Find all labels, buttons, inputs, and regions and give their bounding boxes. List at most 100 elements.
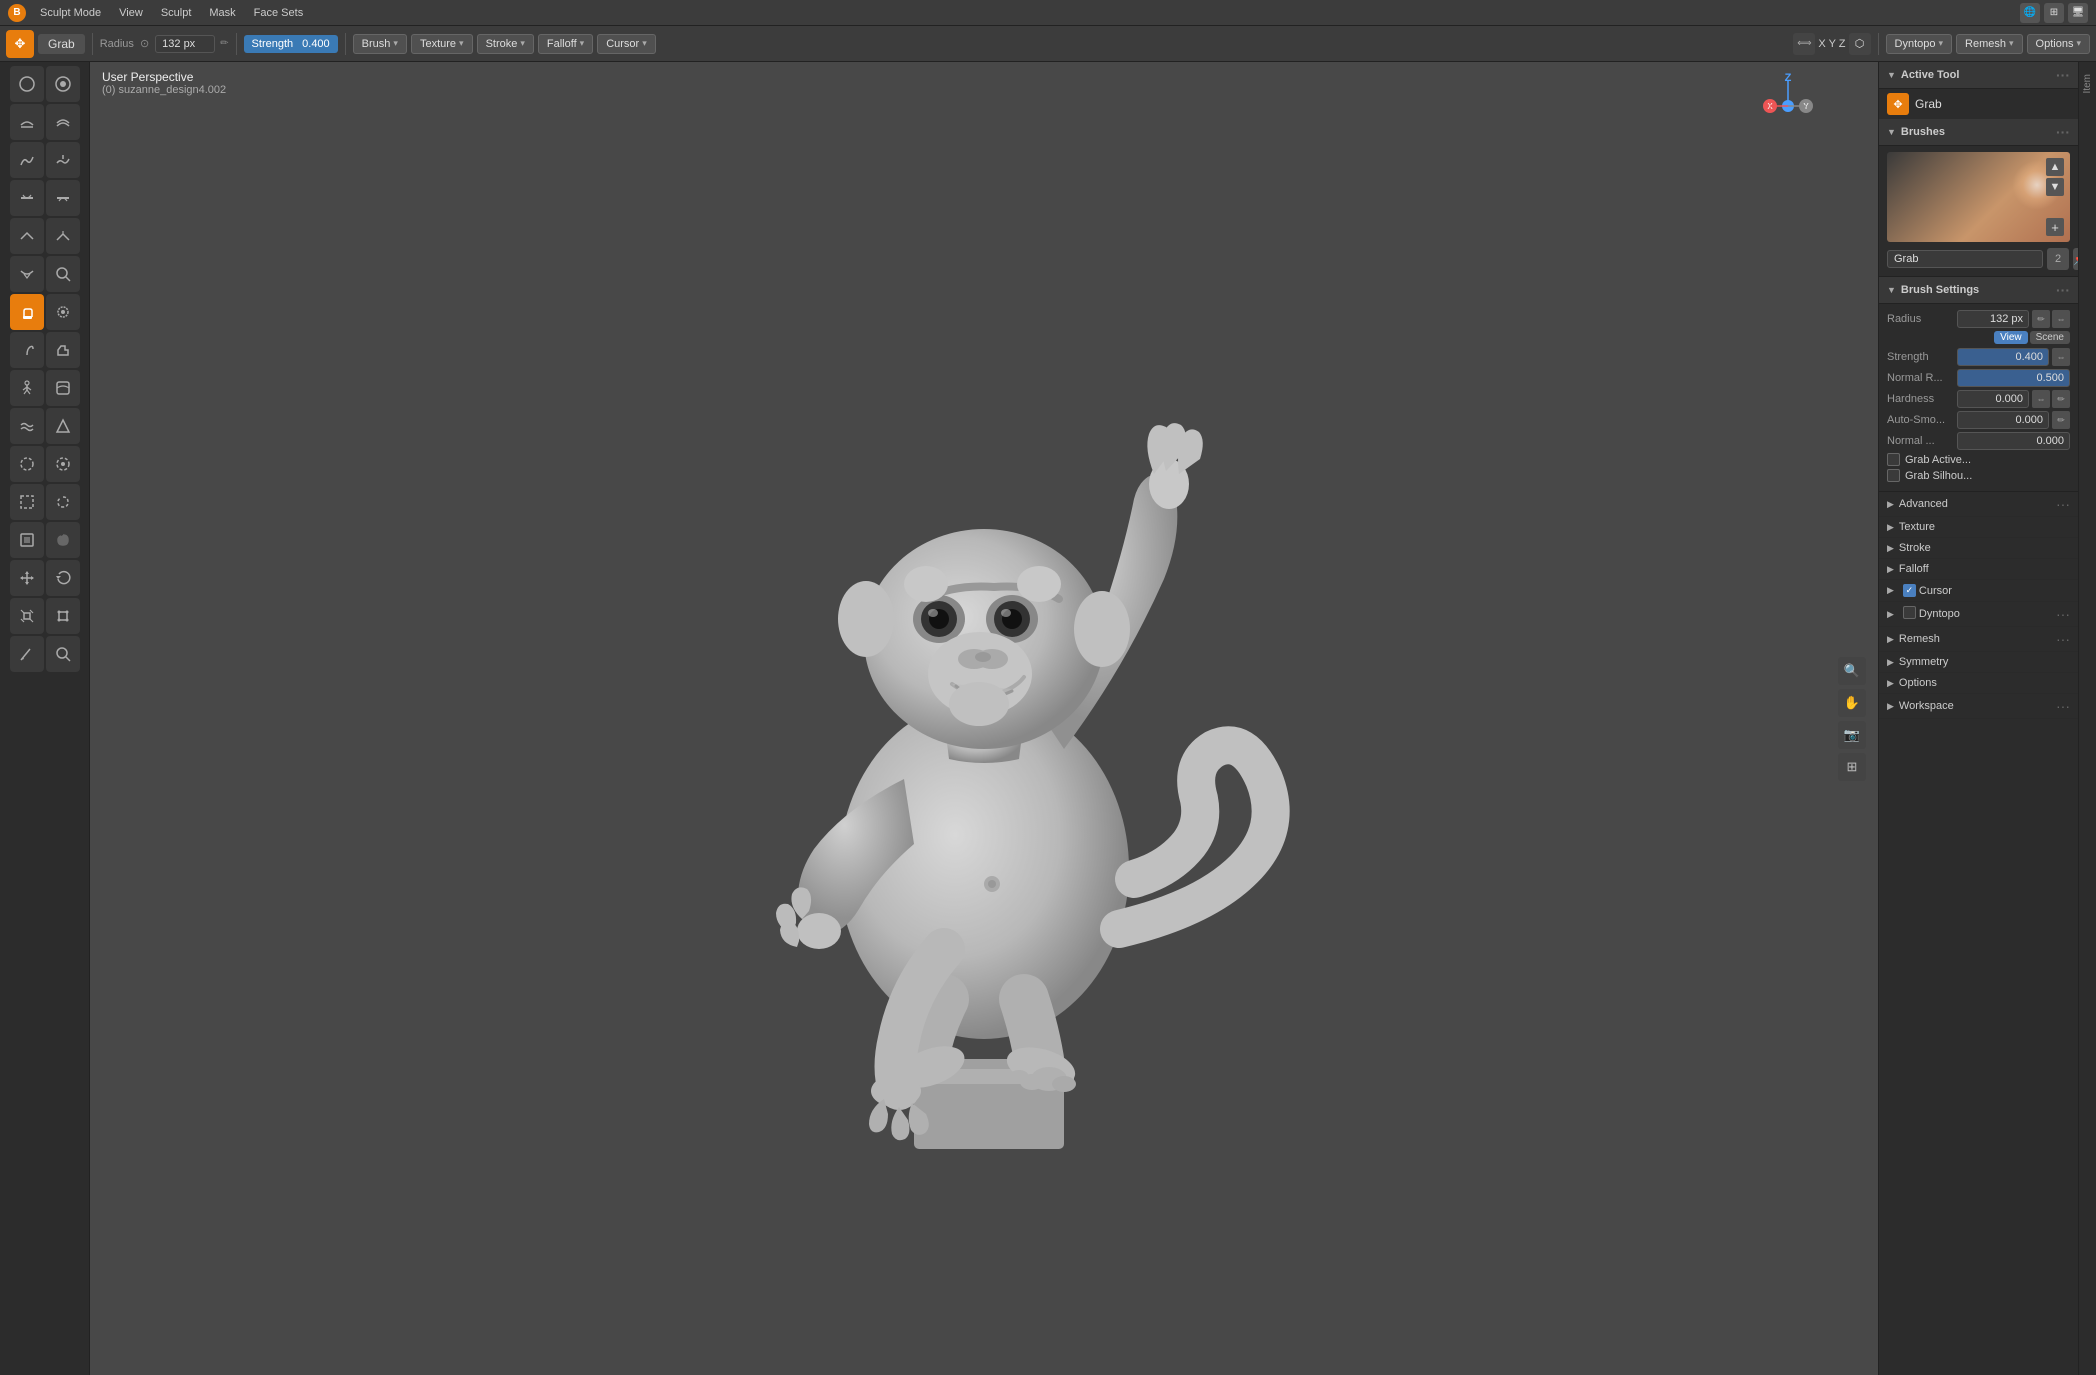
pinch-tool[interactable] <box>10 256 44 292</box>
bs-auto-smo-value[interactable]: 0.000 <box>1957 411 2049 429</box>
globe-btn[interactable]: 🌐 <box>2020 3 2040 23</box>
fill-tool[interactable] <box>46 180 80 216</box>
grab-active-checkbox[interactable] <box>1887 453 1900 466</box>
annotate-tool[interactable] <box>10 636 44 672</box>
menu-sculpt-mode[interactable]: Sculpt Mode <box>32 5 109 21</box>
transform-tool[interactable] <box>46 598 80 634</box>
mask-brush-tool[interactable] <box>10 446 44 482</box>
strength-bar[interactable]: Strength 0.400 <box>244 35 338 53</box>
bs-radius-pen-btn[interactable]: ✏ <box>2032 310 2050 328</box>
menu-mask[interactable]: Mask <box>201 5 243 21</box>
bs-hardness-arrows-btn[interactable]: ⇔ <box>2032 390 2050 408</box>
simplify-tool[interactable] <box>46 408 80 444</box>
mask-detail-tool[interactable] <box>46 446 80 482</box>
camera-icon[interactable]: 📷 <box>1838 721 1866 749</box>
active-tool-name: Grab <box>1915 97 1942 111</box>
pose-tool[interactable] <box>10 370 44 406</box>
layout-btn[interactable]: ⊞ <box>2044 3 2064 23</box>
move-tool[interactable] <box>10 560 44 596</box>
options-dropdown[interactable]: Options <box>2027 34 2090 54</box>
snake-hook-tool[interactable] <box>10 332 44 368</box>
grid-icon[interactable]: ⊞ <box>1838 753 1866 781</box>
brushes-header[interactable]: ▼ Brushes ··· <box>1879 119 2078 146</box>
multiplane-scrape-tool[interactable] <box>46 218 80 254</box>
bs-normal-value[interactable]: 0.000 <box>1957 432 2070 450</box>
bs-normal-row: Normal ... 0.000 <box>1887 432 2070 450</box>
menu-view[interactable]: View <box>111 5 151 21</box>
radius-input[interactable] <box>155 35 215 53</box>
scrape-tool[interactable] <box>10 218 44 254</box>
thumb-tool[interactable] <box>46 332 80 368</box>
bs-strength-label: Strength <box>1887 351 1957 363</box>
advanced-section[interactable]: ▶ Advanced ··· <box>1879 492 2078 517</box>
search-tool[interactable] <box>46 636 80 672</box>
brush-name-input[interactable] <box>1887 250 2043 268</box>
dyntopo-section[interactable]: ▶ Dyntopo ··· <box>1879 602 2078 627</box>
grab-tool-btn[interactable]: ✥ <box>6 30 34 58</box>
brush-add-btn[interactable]: + <box>2046 218 2064 236</box>
bs-radius-value[interactable]: 132 px <box>1957 310 2029 328</box>
clay-tool[interactable] <box>10 104 44 140</box>
texture-section[interactable]: ▶ Texture <box>1879 517 2078 538</box>
bs-auto-smo-pen-btn[interactable]: ✏ <box>2052 411 2070 429</box>
bs-radius-scene-btn[interactable]: Scene <box>2030 331 2070 344</box>
lasso-mask-tool[interactable] <box>46 484 80 520</box>
bs-strength-link-btn[interactable]: ⇔ <box>2052 348 2070 366</box>
cursor-checkbox-icon[interactable]: ✓ <box>1903 584 1916 597</box>
gizmo-lines <box>1758 76 1818 136</box>
bs-hardness-pen-btn[interactable]: ✏ <box>2052 390 2070 408</box>
box-face-set-tool[interactable] <box>10 522 44 558</box>
magnify-tool[interactable] <box>46 256 80 292</box>
remesh-section[interactable]: ▶ Remesh ··· <box>1879 627 2078 652</box>
rotate-tool[interactable] <box>46 560 80 596</box>
clay-strips-tool[interactable] <box>46 104 80 140</box>
texture-dropdown[interactable]: Texture <box>411 34 473 54</box>
cloth-tool[interactable] <box>10 408 44 444</box>
enhance-tool[interactable] <box>46 142 80 178</box>
zoom-in-icon[interactable]: 🔍 <box>1838 657 1866 685</box>
menu-face-sets[interactable]: Face Sets <box>246 5 312 21</box>
viewport-gizmo[interactable]: Z X Y <box>1758 76 1818 136</box>
dyntopo-checkbox-icon[interactable] <box>1903 606 1916 622</box>
brush-nav-up[interactable]: ▲ <box>2046 158 2064 176</box>
workspace-section[interactable]: ▶ Workspace ··· <box>1879 694 2078 719</box>
boundary-tool[interactable] <box>46 370 80 406</box>
draw-sharp-tool[interactable] <box>46 66 80 102</box>
options-section[interactable]: ▶ Options <box>1879 673 2078 694</box>
bs-normal-r-value[interactable]: 0.500 <box>1957 369 2070 387</box>
draw-tool[interactable] <box>10 66 44 102</box>
smooth-tool[interactable] <box>10 142 44 178</box>
flatten-tool[interactable] <box>10 180 44 216</box>
prop-edit-icon[interactable]: ⬡ <box>1849 33 1871 55</box>
blender-logo[interactable]: B <box>8 4 26 22</box>
brush-dropdown[interactable]: Brush <box>353 34 407 54</box>
grab-silhou-checkbox[interactable] <box>1887 469 1900 482</box>
remesh-dropdown[interactable]: Remesh <box>1956 34 2023 54</box>
symmetry-icon[interactable]: ⟺ <box>1793 33 1815 55</box>
bs-hardness-value[interactable]: 0.000 <box>1957 390 2029 408</box>
bs-strength-value[interactable]: 0.400 <box>1957 348 2049 366</box>
dyntopo-dropdown[interactable]: Dyntopo <box>1886 34 1953 54</box>
bs-radius-link-btn[interactable]: ⇔ <box>2052 310 2070 328</box>
menu-sculpt[interactable]: Sculpt <box>153 5 200 21</box>
stroke-dropdown[interactable]: Stroke <box>477 34 534 54</box>
grab-tool[interactable] <box>10 294 44 330</box>
lasso-face-set-tool[interactable] <box>46 522 80 558</box>
hand-pan-icon[interactable]: ✋ <box>1838 689 1866 717</box>
tool-name-label[interactable]: Grab <box>38 34 85 54</box>
stroke-section[interactable]: ▶ Stroke <box>1879 538 2078 559</box>
scale-tool[interactable] <box>10 598 44 634</box>
bs-radius-view-btn[interactable]: View <box>1994 331 2028 344</box>
cursor-section[interactable]: ▶ ✓ Cursor <box>1879 580 2078 602</box>
box-mask-tool[interactable] <box>10 484 44 520</box>
active-tool-header[interactable]: ▼ Active Tool ··· <box>1879 62 2078 89</box>
screen-btn[interactable]: 🖥 <box>2068 3 2088 23</box>
viewport[interactable]: User Perspective (0) suzanne_design4.002… <box>90 62 1878 1375</box>
cursor-dropdown[interactable]: Cursor <box>597 34 656 54</box>
symmetry-section[interactable]: ▶ Symmetry <box>1879 652 2078 673</box>
elastic-deform-tool[interactable] <box>46 294 80 330</box>
brush-nav-down[interactable]: ▼ <box>2046 178 2064 196</box>
falloff-dropdown[interactable]: Falloff <box>538 34 593 54</box>
falloff-section[interactable]: ▶ Falloff <box>1879 559 2078 580</box>
brush-settings-header[interactable]: ▼ Brush Settings ··· <box>1879 277 2078 304</box>
